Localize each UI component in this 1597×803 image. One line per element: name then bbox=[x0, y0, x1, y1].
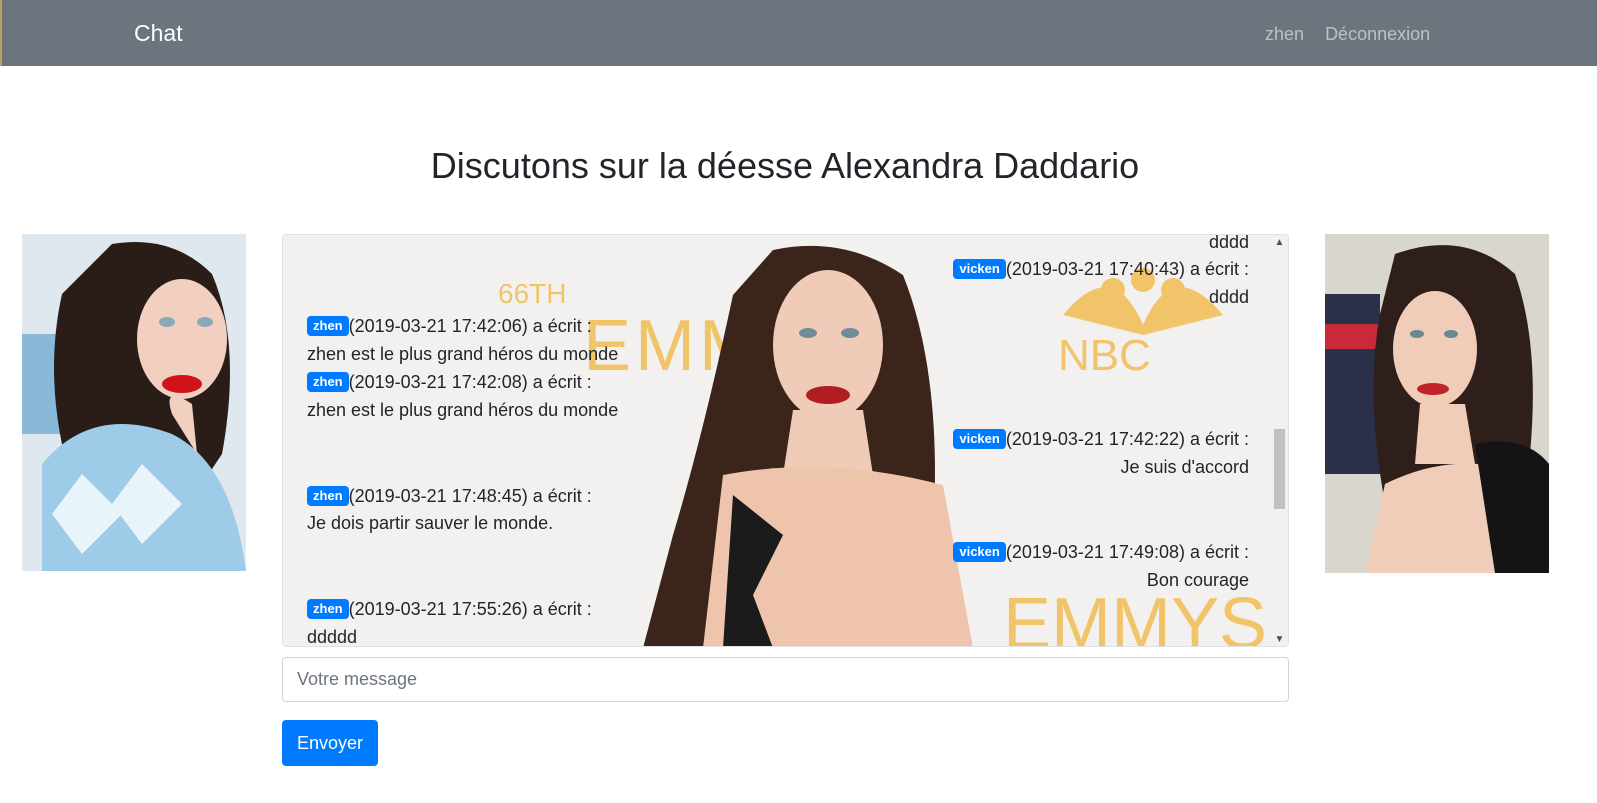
author-badge: zhen bbox=[307, 372, 349, 392]
message-header: zhen (2019-03-21 17:48:45) a écrit : bbox=[307, 484, 592, 508]
message-meta: (2019-03-21 17:48:45) a écrit : bbox=[348, 486, 592, 506]
author-badge: zhen bbox=[307, 486, 349, 506]
message-text: Je dois partir sauver le monde. bbox=[307, 513, 554, 533]
message-text: zhen est le plus grand héros du monde bbox=[307, 400, 619, 420]
message-header: zhen (2019-03-21 17:42:06) a écrit : bbox=[307, 314, 592, 338]
chat-scrollbar[interactable]: ▲ ▼ bbox=[1271, 235, 1288, 646]
message-meta: (2019-03-21 17:42:22) a écrit : bbox=[1005, 429, 1249, 449]
navbar: Chat zhen Déconnexion bbox=[0, 0, 1597, 66]
author-badge: vicken bbox=[953, 259, 1006, 279]
nav-link-logout[interactable]: Déconnexion bbox=[1325, 24, 1430, 44]
scroll-down-arrow-icon[interactable]: ▼ bbox=[1271, 633, 1288, 646]
right-portrait-image bbox=[1325, 234, 1549, 573]
message-list: dddd vicken (2019-03-21 17:40:43) a écrit… bbox=[283, 234, 1273, 647]
message-text: Je suis d'accord bbox=[1120, 457, 1250, 477]
send-button[interactable]: Envoyer bbox=[282, 720, 378, 766]
message-text: dddd bbox=[1208, 287, 1249, 307]
message-meta: (2019-03-21 17:55:26) a écrit : bbox=[348, 599, 592, 619]
message-input[interactable] bbox=[282, 657, 1289, 702]
message-header: zhen (2019-03-21 17:42:08) a écrit : bbox=[307, 370, 592, 394]
navbar-links: zhen Déconnexion bbox=[1265, 24, 1446, 45]
message-text: zhen est le plus grand héros du monde bbox=[307, 344, 619, 364]
message-meta: (2019-03-21 17:49:08) a écrit : bbox=[1005, 542, 1249, 562]
message-text: Bon courage bbox=[1146, 570, 1249, 590]
left-portrait-image bbox=[22, 234, 246, 571]
message-text: ddddd bbox=[307, 627, 358, 647]
author-badge: zhen bbox=[307, 599, 349, 619]
nav-link-username[interactable]: zhen bbox=[1265, 24, 1304, 44]
chat-messages-panel[interactable]: 66TH EMMYS NBC EMMYS dddd vicken(2019-03… bbox=[282, 234, 1289, 647]
message-text: dddd bbox=[1208, 234, 1249, 252]
scroll-up-arrow-icon[interactable]: ▲ bbox=[1271, 236, 1288, 250]
message-meta: (2019-03-21 17:40:43) a écrit : bbox=[1005, 259, 1249, 279]
author-badge: vicken bbox=[953, 542, 1006, 562]
message-header: vicken (2019-03-21 17:42:22) a écrit : bbox=[953, 427, 1249, 451]
message-header: zhen (2019-03-21 17:55:26) a écrit : bbox=[307, 597, 592, 621]
message-meta: (2019-03-21 17:42:06) a écrit : bbox=[348, 316, 592, 336]
message-header: vicken (2019-03-21 17:40:43) a écrit : bbox=[953, 257, 1249, 281]
message-header: vicken (2019-03-21 17:49:08) a écrit : bbox=[953, 540, 1249, 564]
scrollbar-thumb[interactable] bbox=[1274, 429, 1285, 509]
page-title: Discutons sur la déesse Alexandra Daddar… bbox=[430, 145, 1140, 186]
author-badge: vicken bbox=[953, 429, 1006, 449]
author-badge: zhen bbox=[307, 316, 349, 336]
navbar-brand[interactable]: Chat bbox=[134, 20, 183, 47]
message-meta: (2019-03-21 17:42:08) a écrit : bbox=[348, 372, 592, 392]
